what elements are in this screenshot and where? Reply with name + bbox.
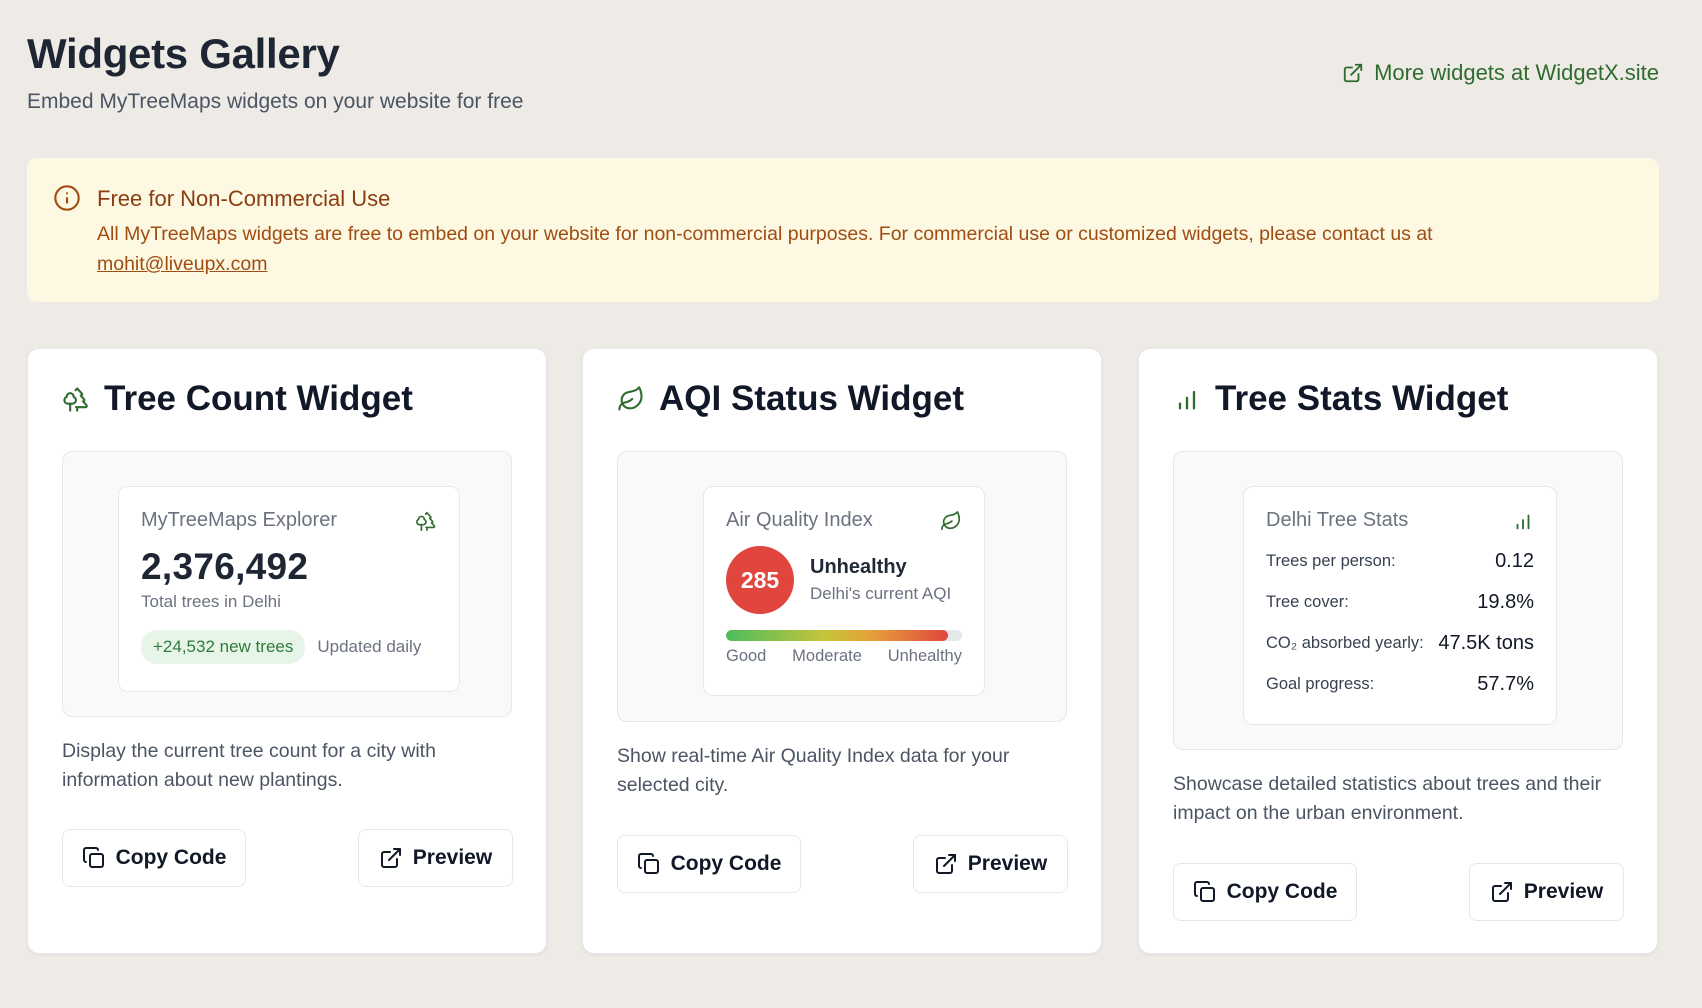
card-title: Tree Stats Widget xyxy=(1173,379,1508,419)
stat-value: 19.8% xyxy=(1477,591,1534,613)
aqi-widget-preview: Air Quality Index 285 Unhealthy Delhi's … xyxy=(703,486,985,696)
card-description: Showcase detailed statistics about trees… xyxy=(1173,773,1602,824)
stat-label: CO₂ absorbed yearly: xyxy=(1266,634,1424,652)
external-link-icon xyxy=(380,848,401,868)
mini-header: MyTreeMaps Explorer xyxy=(141,509,437,532)
mini-header: Delhi Tree Stats xyxy=(1266,509,1534,532)
widget-preview-area: MyTreeMaps Explorer 2,376,492 Total tree… xyxy=(62,451,512,717)
page-subtitle: Embed MyTreeMaps widgets on your website… xyxy=(27,90,524,113)
copy-code-button[interactable]: Copy Code xyxy=(617,835,801,893)
notice-body: All MyTreeMaps widgets are free to embed… xyxy=(97,219,1433,279)
trees-icon xyxy=(416,511,436,531)
widget-card-aqi-status: AQI Status Widget Air Quality Index 285 … xyxy=(582,348,1102,954)
page-title: Widgets Gallery xyxy=(27,30,340,77)
stat-label: Tree cover: xyxy=(1266,593,1349,611)
contact-email-link[interactable]: mohit@liveupx.com xyxy=(97,253,267,275)
aqi-progress-fill xyxy=(726,630,948,641)
stat-row: Tree cover: 19.8% xyxy=(1266,591,1534,614)
notice-text: All MyTreeMaps widgets are free to embed… xyxy=(97,223,1433,245)
bar-chart-icon xyxy=(1516,514,1530,529)
tree-count-widget-preview: MyTreeMaps Explorer 2,376,492 Total tree… xyxy=(118,486,460,692)
mini-label: Air Quality Index xyxy=(726,509,873,531)
widget-card-tree-count: Tree Count Widget MyTreeMaps Explorer 2,… xyxy=(27,348,547,954)
copy-code-label: Copy Code xyxy=(115,846,227,869)
tree-count-value: 2,376,492 xyxy=(141,546,309,587)
stat-row: CO₂ absorbed yearly: 47.5K tons xyxy=(1266,632,1534,655)
preview-button[interactable]: Preview xyxy=(913,835,1068,893)
external-link-icon xyxy=(1491,882,1512,902)
preview-button[interactable]: Preview xyxy=(1469,863,1624,921)
aqi-value-badge: 285 xyxy=(726,546,794,614)
mini-label: Delhi Tree Stats xyxy=(1266,509,1409,531)
copy-icon xyxy=(82,847,104,868)
bar-chart-icon xyxy=(1178,390,1196,410)
copy-icon xyxy=(637,853,659,874)
card-title: Tree Count Widget xyxy=(62,379,413,419)
card-description: Show real-time Air Quality Index data fo… xyxy=(617,745,1010,796)
copy-code-label: Copy Code xyxy=(670,852,782,875)
more-widgets-link[interactable]: More widgets at WidgetX.site xyxy=(1342,60,1659,86)
preview-label: Preview xyxy=(1523,880,1604,903)
more-widgets-label: More widgets at WidgetX.site xyxy=(1374,60,1659,85)
preview-label: Preview xyxy=(967,852,1048,875)
copy-code-button[interactable]: Copy Code xyxy=(1173,863,1357,921)
new-trees-badge: +24,532 new trees xyxy=(141,630,306,664)
stat-value: 0.12 xyxy=(1495,550,1534,572)
copy-icon xyxy=(1193,881,1215,902)
stat-label: Trees per person: xyxy=(1266,552,1396,570)
card-title-text: Tree Stats Widget xyxy=(1215,379,1509,418)
aqi-row: 285 Unhealthy Delhi's current AQI xyxy=(726,546,962,614)
tree-stats-widget-preview: Delhi Tree Stats Trees per person: 0.12 … xyxy=(1243,486,1557,725)
stat-label: Goal progress: xyxy=(1266,675,1375,693)
mini-header: Air Quality Index xyxy=(726,509,962,532)
notice-title: Free for Non-Commercial Use xyxy=(97,186,391,211)
card-title-text: Tree Count Widget xyxy=(104,379,413,418)
leaf-icon xyxy=(941,510,961,530)
stat-value: 57.7% xyxy=(1477,673,1534,695)
external-link-icon xyxy=(935,854,956,874)
preview-button[interactable]: Preview xyxy=(358,829,513,887)
aqi-scale-good: Good xyxy=(726,647,767,665)
updated-label: Updated daily xyxy=(317,637,422,656)
mini-label: MyTreeMaps Explorer xyxy=(141,509,337,531)
card-title-text: AQI Status Widget xyxy=(659,379,964,418)
stat-row: Goal progress: 57.7% xyxy=(1266,673,1534,696)
card-description: Display the current tree count for a cit… xyxy=(62,740,436,791)
stat-value: 47.5K tons xyxy=(1438,632,1534,654)
widget-preview-area: Delhi Tree Stats Trees per person: 0.12 … xyxy=(1173,451,1623,750)
page-header: Widgets Gallery Embed MyTreeMaps widgets… xyxy=(27,28,523,114)
aqi-progress-bar xyxy=(726,630,962,641)
leaf-icon xyxy=(618,386,643,411)
tree-count-caption: Total trees in Delhi xyxy=(141,592,281,611)
aqi-scale: Good Moderate Unhealthy xyxy=(726,647,962,666)
trees-icon xyxy=(63,387,88,412)
copy-code-label: Copy Code xyxy=(1226,880,1338,903)
stat-row: Trees per person: 0.12 xyxy=(1266,550,1534,573)
aqi-scale-moderate: Moderate xyxy=(792,647,862,665)
notice-banner: Free for Non-Commercial Use All MyTreeMa… xyxy=(27,158,1659,302)
copy-code-button[interactable]: Copy Code xyxy=(62,829,246,887)
info-icon xyxy=(54,185,80,211)
card-title: AQI Status Widget xyxy=(617,379,964,419)
aqi-caption: Delhi's current AQI xyxy=(810,584,952,603)
widget-preview-area: Air Quality Index 285 Unhealthy Delhi's … xyxy=(617,451,1067,722)
tree-count-footer: +24,532 new trees Updated daily xyxy=(141,630,437,664)
preview-label: Preview xyxy=(412,846,493,869)
aqi-scale-unhealthy: Unhealthy xyxy=(887,647,962,665)
aqi-status: Unhealthy xyxy=(810,556,907,578)
external-link-icon xyxy=(1343,63,1363,83)
widget-card-tree-stats: Tree Stats Widget Delhi Tree Stats Trees… xyxy=(1138,348,1658,954)
